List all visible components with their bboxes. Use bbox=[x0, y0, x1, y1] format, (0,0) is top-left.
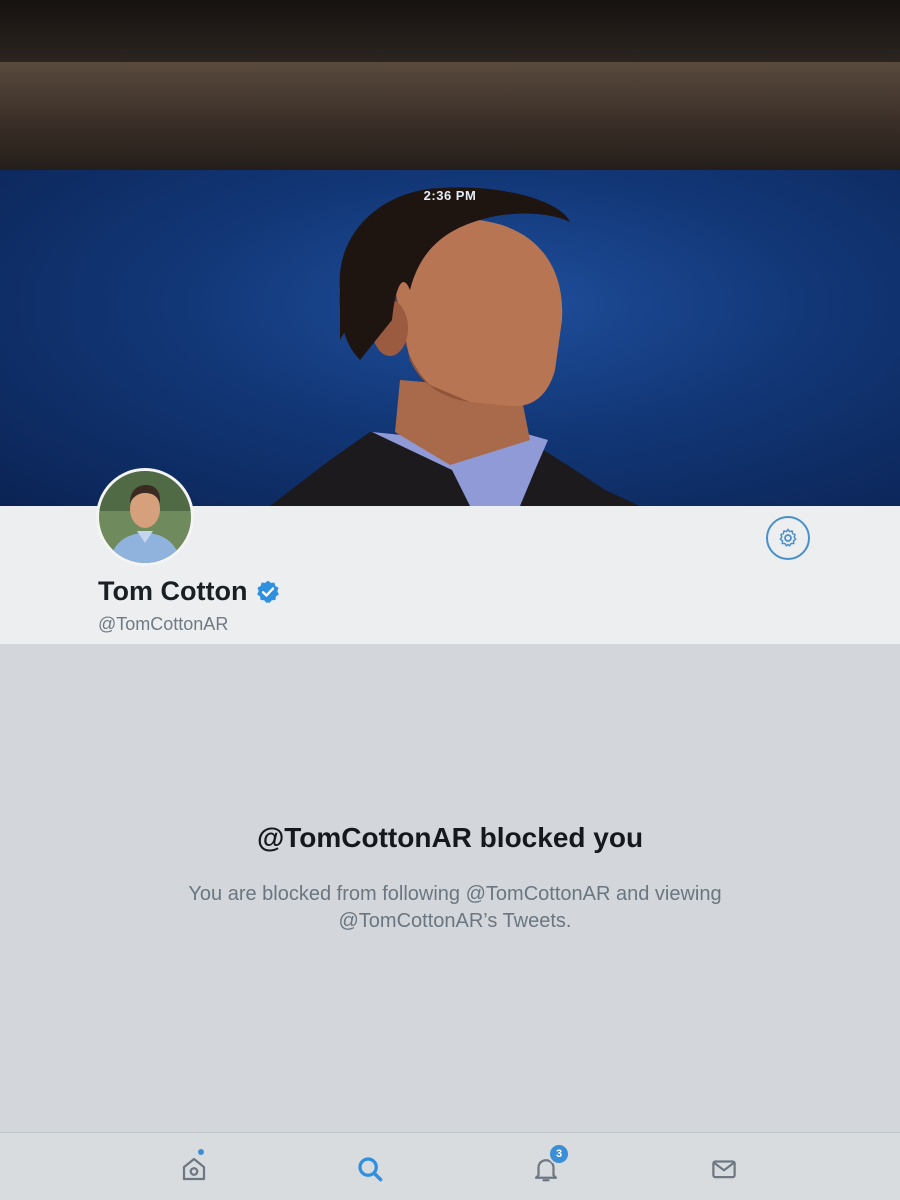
profile-name-row: Tom Cotton bbox=[98, 576, 281, 607]
gear-icon bbox=[779, 528, 797, 547]
blocked-description-line-2: @TomCottonAR’s Tweets. bbox=[338, 910, 572, 932]
notifications-badge: 3 bbox=[548, 1143, 570, 1165]
banner-portrait-image bbox=[270, 187, 640, 506]
bottom-tab-bar: 3 bbox=[0, 1132, 900, 1200]
twitter-profile-screen: 2:36 PM Tom Cotton @TomCottonAR @TomCott… bbox=[0, 170, 900, 1200]
mail-icon bbox=[712, 1160, 736, 1179]
search-icon bbox=[358, 1157, 383, 1182]
blocked-description: You are blocked from following @TomCotto… bbox=[110, 881, 800, 935]
device-bezel bbox=[0, 0, 900, 62]
profile-banner: 2:36 PM bbox=[0, 170, 900, 506]
home-icon bbox=[182, 1157, 206, 1181]
profile-avatar[interactable] bbox=[96, 468, 194, 566]
device-frame bbox=[0, 62, 900, 170]
home-new-indicator-dot bbox=[198, 1149, 204, 1155]
profile-handle: @TomCottonAR bbox=[98, 614, 229, 634]
settings-gear-button[interactable] bbox=[766, 516, 810, 560]
blocked-description-line-1: You are blocked from following @TomCotto… bbox=[188, 883, 722, 905]
status-bar-time: 2:36 PM bbox=[423, 188, 477, 203]
tab-notifications[interactable]: 3 bbox=[524, 1143, 570, 1191]
blocked-title: @TomCottonAR blocked you bbox=[256, 822, 644, 853]
tab-home[interactable] bbox=[172, 1147, 216, 1191]
tab-messages[interactable] bbox=[702, 1147, 746, 1191]
verified-badge-icon bbox=[255, 579, 281, 605]
avatar-image bbox=[99, 471, 191, 563]
profile-display-name: Tom Cotton bbox=[98, 576, 248, 606]
tab-search[interactable] bbox=[348, 1147, 392, 1191]
